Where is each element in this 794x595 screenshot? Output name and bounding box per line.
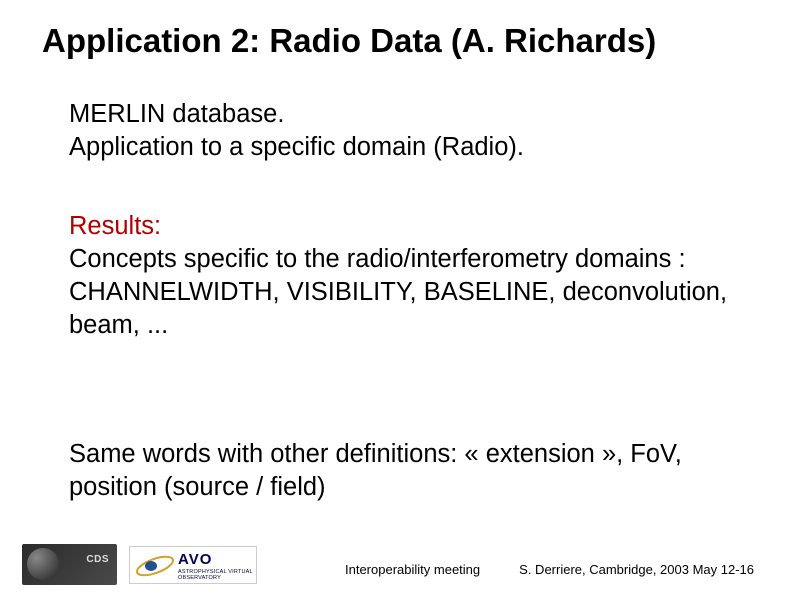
cds-logo — [22, 544, 117, 585]
footer: AVO ASTROPHYSICAL VIRTUAL OBSERVATORY In… — [0, 544, 794, 585]
footer-center-text: Interoperability meeting — [345, 562, 480, 577]
slide: Application 2: Radio Data (A. Richards) … — [0, 0, 794, 595]
intro-line-1: MERLIN database. — [69, 98, 524, 131]
avo-logo-text: AVO — [178, 551, 212, 568]
slide-title: Application 2: Radio Data (A. Richards) — [42, 22, 656, 60]
footer-right-text: S. Derriere, Cambridge, 2003 May 12-16 — [519, 562, 754, 577]
intro-text: MERLIN database. Application to a specif… — [69, 98, 524, 164]
avo-swoosh-icon — [134, 551, 176, 581]
intro-line-2: Application to a specific domain (Radio)… — [69, 131, 524, 164]
avo-logo: AVO ASTROPHYSICAL VIRTUAL OBSERVATORY — [129, 546, 257, 584]
results-line-2: CHANNELWIDTH, VISIBILITY, BASELINE, deco… — [69, 276, 739, 342]
avo-logo-subtext: ASTROPHYSICAL VIRTUAL OBSERVATORY — [178, 569, 256, 581]
results-block: Results: Concepts specific to the radio/… — [69, 210, 739, 343]
results-heading: Results: — [69, 210, 739, 243]
footer-logos: AVO ASTROPHYSICAL VIRTUAL OBSERVATORY — [22, 544, 257, 585]
final-paragraph: Same words with other definitions: « ext… — [69, 438, 739, 503]
results-line-1: Concepts specific to the radio/interfero… — [69, 243, 739, 276]
